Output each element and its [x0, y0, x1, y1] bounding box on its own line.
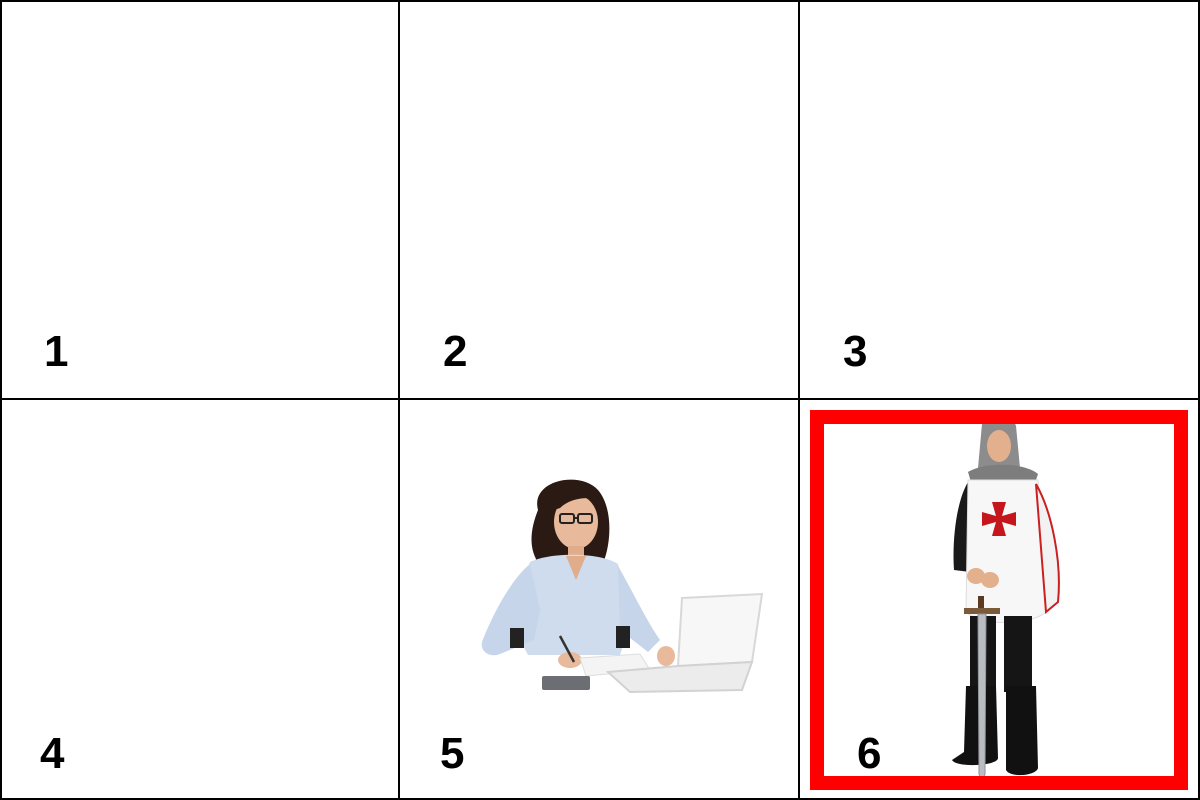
cell-number-label: 1 [44, 327, 69, 376]
cell-number-label: 4 [40, 729, 65, 778]
grid-divider-horizontal [0, 398, 1200, 400]
grid-divider-vertical [798, 0, 800, 800]
cell-number-label: 6 [857, 729, 882, 778]
cell-number-label: 3 [843, 327, 868, 376]
grid-divider-vertical [398, 0, 400, 800]
cell-number-label: 5 [440, 729, 465, 778]
woman-at-laptop-image [481, 479, 764, 694]
cell-number-label: 2 [443, 327, 468, 376]
